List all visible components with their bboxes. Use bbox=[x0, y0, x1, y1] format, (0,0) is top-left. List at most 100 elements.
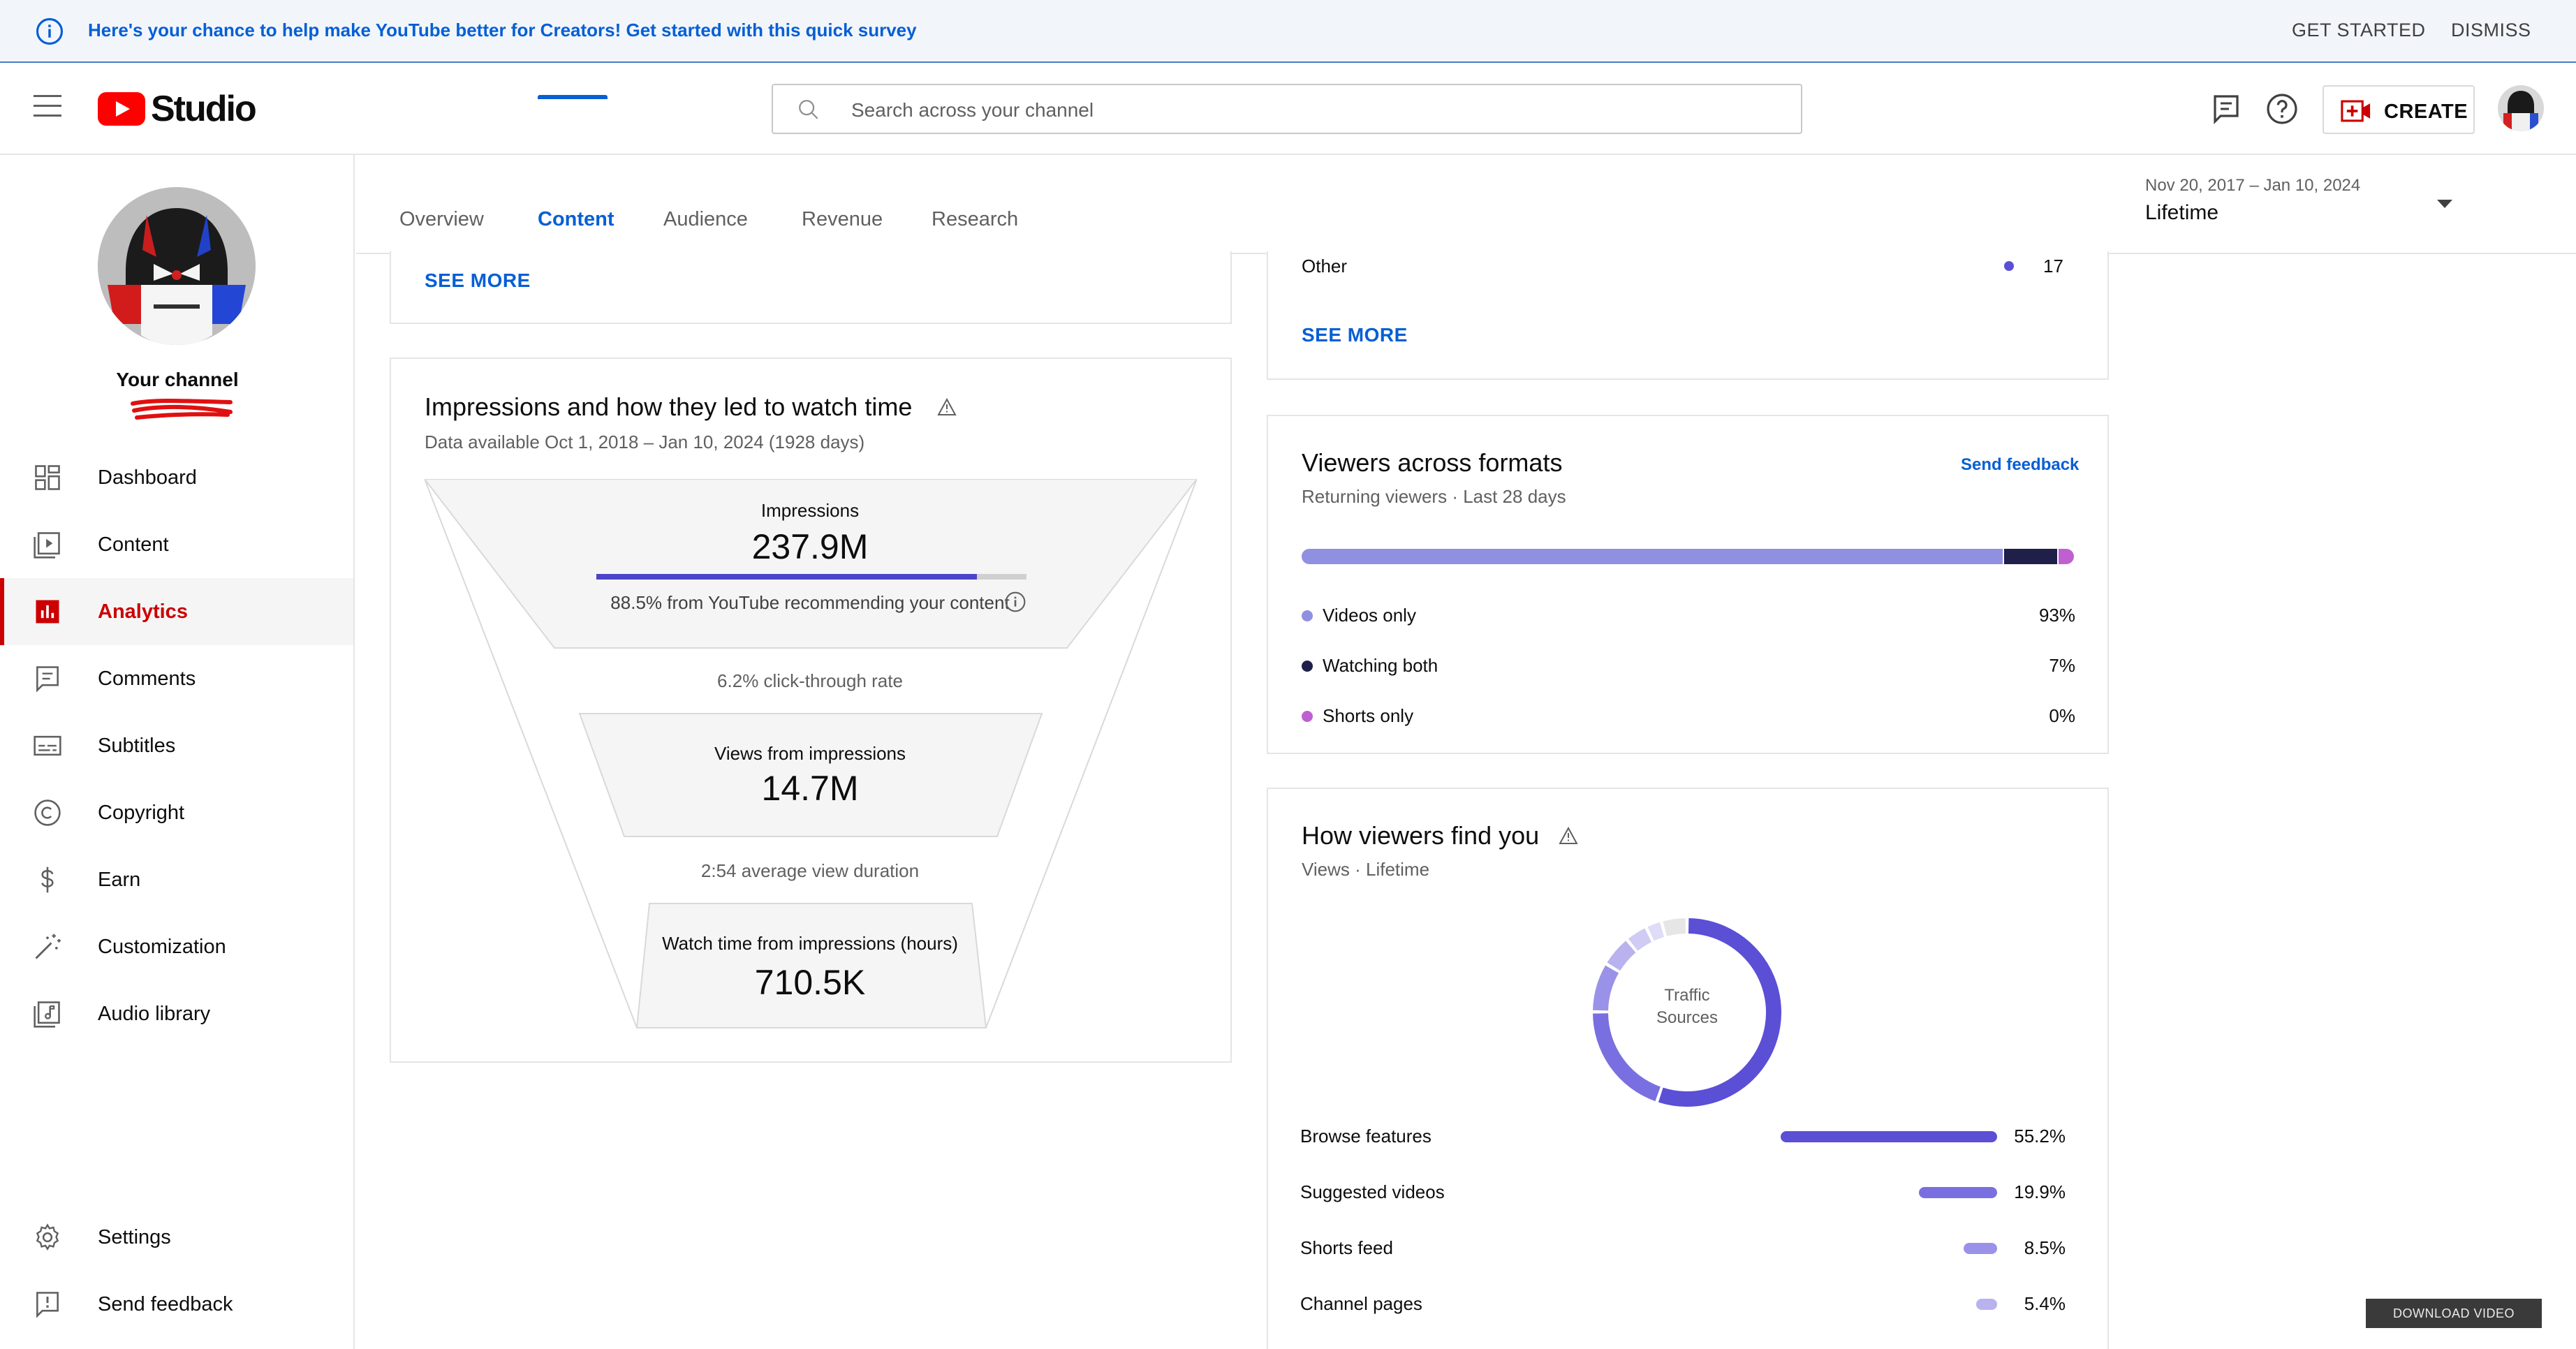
date-range-text[interactable]: Nov 20, 2017 – Jan 10, 2024 bbox=[2145, 176, 2360, 196]
legend-name: Videos only bbox=[1323, 605, 1416, 626]
search-icon bbox=[799, 100, 818, 119]
traffic-value: 55.2% bbox=[2014, 1126, 2066, 1147]
youtube-play-icon bbox=[98, 92, 145, 126]
see-more-button[interactable]: SEE MORE bbox=[1302, 324, 1408, 346]
sidebar-item-comments[interactable]: Comments bbox=[0, 645, 353, 712]
formats-bar-segment bbox=[2004, 549, 2057, 564]
traffic-row: Browse features 55.2% bbox=[1300, 1123, 2066, 1151]
views-value: 14.7M bbox=[761, 769, 859, 808]
account-avatar[interactable] bbox=[2498, 85, 2544, 131]
sidebar-item-label: Dashboard bbox=[98, 466, 197, 489]
banner-message[interactable]: Here's your chance to help make YouTube … bbox=[88, 20, 917, 41]
search-bar[interactable]: Search across your channel bbox=[772, 84, 1802, 134]
legend-value: 0% bbox=[2049, 705, 2075, 726]
tab-overview[interactable]: Overview bbox=[399, 208, 484, 231]
send-feedback-link[interactable]: Send feedback bbox=[1961, 455, 2079, 475]
search-input[interactable]: Search across your channel bbox=[851, 99, 1094, 121]
messages-icon[interactable] bbox=[2209, 92, 2243, 126]
top-left-card: SEE MORE bbox=[390, 251, 1232, 324]
copyright-icon bbox=[34, 799, 61, 826]
sidebar-item-dashboard[interactable]: Dashboard bbox=[0, 444, 353, 511]
info-icon[interactable] bbox=[1004, 591, 1026, 613]
youtube-studio-logo[interactable]: Studio bbox=[98, 88, 257, 130]
donut-slice[interactable] bbox=[1663, 918, 1686, 936]
tab-audience[interactable]: Audience bbox=[663, 208, 748, 231]
dollar-icon bbox=[41, 867, 54, 893]
sidebar-item-send-feedback[interactable]: Send feedback bbox=[0, 1271, 353, 1338]
create-video-icon bbox=[2341, 100, 2371, 122]
top-header: Studio Search across your channel CREATE bbox=[0, 64, 2576, 155]
legend-name: Shorts only bbox=[1323, 705, 1414, 726]
sidebar-item-label: Content bbox=[98, 533, 169, 556]
sidebar-item-copyright[interactable]: Copyright bbox=[0, 779, 353, 846]
traffic-row: Suggested videos 19.9% bbox=[1300, 1179, 2066, 1207]
warning-icon[interactable] bbox=[937, 398, 957, 416]
help-icon[interactable] bbox=[2265, 92, 2299, 126]
sidebar-item-label: Copyright bbox=[98, 802, 185, 824]
sidebar-item-label: Analytics bbox=[98, 600, 188, 623]
traffic-bar bbox=[1976, 1299, 1997, 1310]
sidebar-item-settings[interactable]: Settings bbox=[0, 1204, 353, 1271]
donut-slice[interactable] bbox=[1647, 922, 1665, 941]
dismiss-button[interactable]: DISMISS bbox=[2451, 20, 2531, 41]
subtitles-icon bbox=[34, 735, 61, 756]
sidebar-item-content[interactable]: Content bbox=[0, 511, 353, 578]
watch-time-value: 710.5K bbox=[754, 963, 866, 1002]
row-label: Other bbox=[1302, 256, 1348, 277]
traffic-value: 8.5% bbox=[2024, 1237, 2066, 1258]
warning-icon[interactable] bbox=[1559, 827, 1578, 845]
top-right-card: Other 17 SEE MORE bbox=[1267, 251, 2109, 380]
legend-row-videos-only: Videos only 93% bbox=[1300, 602, 2075, 630]
card-title: Impressions and how they led to watch ti… bbox=[425, 392, 913, 421]
recommend-progress-track bbox=[596, 574, 1026, 580]
legend-dot bbox=[1302, 661, 1313, 672]
analytics-tabs: Overview Content Audience Revenue Resear… bbox=[356, 155, 2576, 254]
sidebar-item-customization[interactable]: Customization bbox=[0, 913, 353, 980]
date-preset[interactable]: Lifetime bbox=[2145, 201, 2218, 225]
sidebar-item-earn[interactable]: Earn bbox=[0, 846, 353, 913]
tab-content[interactable]: Content bbox=[538, 208, 614, 231]
avd-text: 2:54 average view duration bbox=[700, 860, 920, 881]
caret-down-icon[interactable] bbox=[2436, 197, 2454, 211]
create-button[interactable]: CREATE bbox=[2323, 85, 2475, 134]
audio-library-icon bbox=[34, 1001, 60, 1028]
donut-slice[interactable] bbox=[1628, 928, 1652, 951]
sidebar-item-label: Customization bbox=[98, 936, 226, 958]
sidebar: Your channel Dashboard Content Analytics bbox=[0, 155, 355, 1349]
watch-time-label: Watch time from impressions (hours) bbox=[662, 933, 958, 954]
card-title: How viewers find you bbox=[1302, 821, 1540, 850]
sidebar-item-label: Comments bbox=[98, 668, 196, 690]
menu-icon[interactable] bbox=[34, 95, 61, 117]
download-video-button[interactable]: DOWNLOAD VIDEO bbox=[2366, 1299, 2542, 1328]
see-more-button[interactable]: SEE MORE bbox=[425, 270, 531, 292]
views-label: Views from impressions bbox=[714, 743, 906, 764]
redacted-channel-name bbox=[131, 399, 233, 420]
donut-slice[interactable] bbox=[1607, 941, 1636, 971]
sidebar-item-subtitles[interactable]: Subtitles bbox=[0, 712, 353, 779]
tab-research[interactable]: Research bbox=[932, 208, 1018, 231]
card-subtitle: Data available Oct 1, 2018 – Jan 10, 202… bbox=[425, 432, 865, 452]
create-label: CREATE bbox=[2384, 101, 2468, 123]
card-subtitle: Views · Lifetime bbox=[1302, 859, 1430, 880]
magic-wand-icon bbox=[35, 934, 61, 959]
legend-value: 7% bbox=[2049, 655, 2075, 676]
traffic-source-name: Browse features bbox=[1300, 1126, 1431, 1147]
channel-avatar[interactable] bbox=[98, 187, 256, 345]
traffic-source-name: Channel pages bbox=[1300, 1293, 1422, 1314]
content-icon bbox=[34, 532, 60, 559]
donut-center-label: Traffic Sources bbox=[1582, 985, 1792, 1029]
analytics-icon bbox=[36, 600, 59, 624]
sidebar-item-audio-library[interactable]: Audio library bbox=[0, 980, 353, 1047]
recommend-progress-fill bbox=[596, 574, 978, 580]
active-tab-indicator bbox=[538, 95, 608, 99]
sidebar-item-label: Send feedback bbox=[98, 1293, 233, 1315]
feedback-icon bbox=[36, 1292, 59, 1318]
impressions-value: 237.9M bbox=[751, 527, 869, 566]
get-started-button[interactable]: GET STARTED bbox=[2292, 20, 2426, 41]
sidebar-item-analytics[interactable]: Analytics bbox=[0, 578, 353, 645]
traffic-bar bbox=[1919, 1187, 1997, 1198]
tab-revenue[interactable]: Revenue bbox=[802, 208, 883, 231]
legend-row-shorts-only: Shorts only 0% bbox=[1300, 702, 2075, 730]
legend-dot bbox=[1302, 610, 1313, 621]
traffic-bar bbox=[1964, 1243, 1997, 1254]
